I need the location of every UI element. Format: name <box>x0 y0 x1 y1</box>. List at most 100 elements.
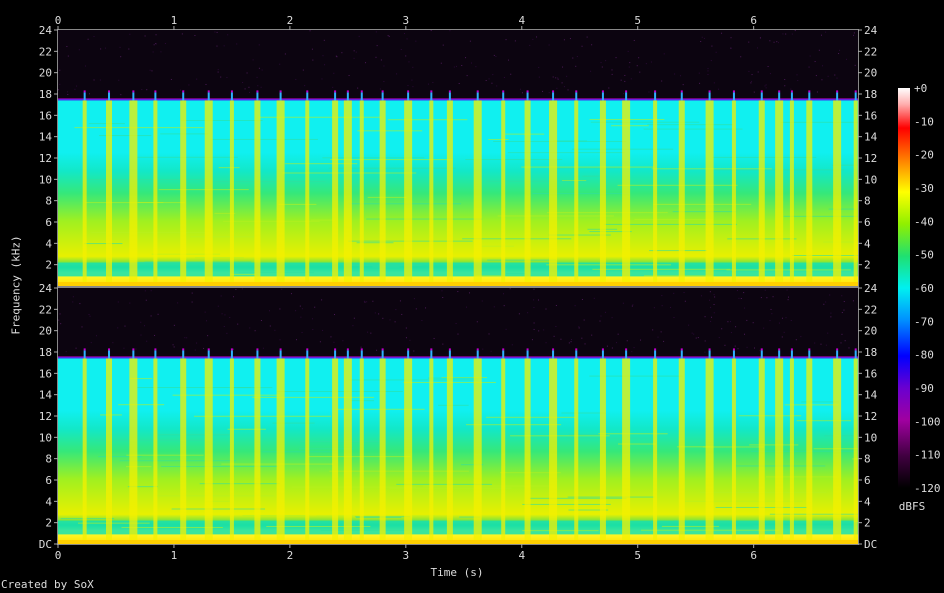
noise-speck <box>74 88 76 90</box>
noise-speck <box>674 73 676 75</box>
transient-spike-tip <box>334 90 337 93</box>
noise-speck <box>787 299 789 301</box>
noise-speck <box>375 31 377 33</box>
transient-column <box>359 100 364 283</box>
transient-column <box>758 358 765 540</box>
noise-speck <box>302 69 304 71</box>
transient-spike <box>760 350 763 359</box>
noise-speck <box>141 88 143 90</box>
noise-speck <box>591 334 593 336</box>
noise-speck <box>740 56 742 58</box>
noise-speck <box>254 330 256 332</box>
noise-speck <box>633 39 635 41</box>
texture-line <box>617 184 738 186</box>
transient-spike-tip <box>230 90 233 93</box>
texture-line <box>161 465 279 467</box>
noise-speck <box>769 320 771 322</box>
noise-speck <box>556 87 558 89</box>
noise-speck <box>353 57 355 59</box>
noise-speck <box>453 66 455 68</box>
noise-speck <box>814 342 816 344</box>
noise-speck <box>220 76 222 78</box>
texture-line <box>521 166 655 168</box>
transient-column <box>379 100 386 283</box>
transient-column <box>254 358 261 540</box>
transient-spike <box>108 92 111 101</box>
y-tick-label: 20 <box>39 325 52 338</box>
noise-speck <box>117 301 119 303</box>
y-tick-label: 10 <box>39 431 52 444</box>
noise-speck <box>785 317 787 319</box>
transient-column <box>622 100 631 283</box>
noise-speck <box>330 336 332 338</box>
noise-speck <box>128 48 130 50</box>
noise-speck <box>241 288 243 290</box>
transient-spike-tip <box>708 90 711 93</box>
noise-speck <box>570 339 572 341</box>
noise-speck <box>235 289 237 291</box>
noise-speck <box>584 343 586 345</box>
noise-speck <box>363 300 365 302</box>
transient-spike-tip <box>256 90 259 93</box>
transient-spike-tip <box>108 90 111 93</box>
noise-speck <box>684 300 686 302</box>
transient-spike-tip <box>625 348 628 351</box>
noise-speck <box>269 325 271 327</box>
noise-speck <box>555 77 557 79</box>
noise-speck <box>753 91 755 93</box>
transient-column <box>501 358 506 540</box>
transient-spike-tip <box>808 90 811 93</box>
transient-spike-tip <box>760 90 763 93</box>
noise-speck <box>184 337 186 339</box>
noise-speck <box>232 348 234 350</box>
transient-spike <box>836 350 839 359</box>
noise-speck <box>153 44 155 46</box>
transient-spike-tip <box>132 90 135 93</box>
transient-column <box>806 358 813 540</box>
noise-speck <box>89 315 91 317</box>
noise-speck <box>207 335 209 337</box>
transient-spike <box>476 350 479 359</box>
y-tick-label: 4 <box>45 237 52 250</box>
texture-line <box>522 530 599 532</box>
noise-speck <box>557 78 559 80</box>
texture-line <box>172 394 281 396</box>
transient-spike <box>760 92 763 101</box>
noise-speck <box>260 86 262 88</box>
energy-band <box>58 358 858 544</box>
texture-line <box>505 273 527 275</box>
noise-speck <box>566 75 568 77</box>
noise-speck <box>194 35 196 37</box>
noise-speck <box>129 33 131 35</box>
transient-spike-tip <box>381 90 384 93</box>
transient-spike <box>334 350 337 359</box>
noise-speck <box>295 78 297 80</box>
texture-line <box>726 269 851 271</box>
noise-speck <box>482 348 484 350</box>
noise-speck <box>552 76 554 78</box>
noise-speck <box>375 56 377 58</box>
noise-speck <box>737 348 739 350</box>
transient-spike <box>502 92 505 101</box>
noise-speck <box>825 344 827 346</box>
noise-speck <box>590 70 592 72</box>
noise-speck <box>750 82 752 84</box>
transient-spike-tip <box>625 90 628 93</box>
noise-speck <box>545 342 547 344</box>
texture-line <box>83 243 123 245</box>
noise-speck <box>670 306 672 308</box>
noise-speck <box>823 303 825 305</box>
noise-speck <box>700 295 702 297</box>
noise-speck <box>704 340 706 342</box>
y-tick-label: 16 <box>864 109 877 122</box>
noise-speck <box>796 74 798 76</box>
noise-speck <box>449 30 451 32</box>
transient-column <box>731 100 736 283</box>
texture-line <box>357 130 423 132</box>
texture-line <box>372 266 400 268</box>
transient-spike-tip <box>407 348 410 351</box>
transient-spike <box>601 92 604 101</box>
noise-speck <box>521 92 523 94</box>
y-tick-label: 22 <box>39 45 52 58</box>
transient-column <box>429 100 434 283</box>
